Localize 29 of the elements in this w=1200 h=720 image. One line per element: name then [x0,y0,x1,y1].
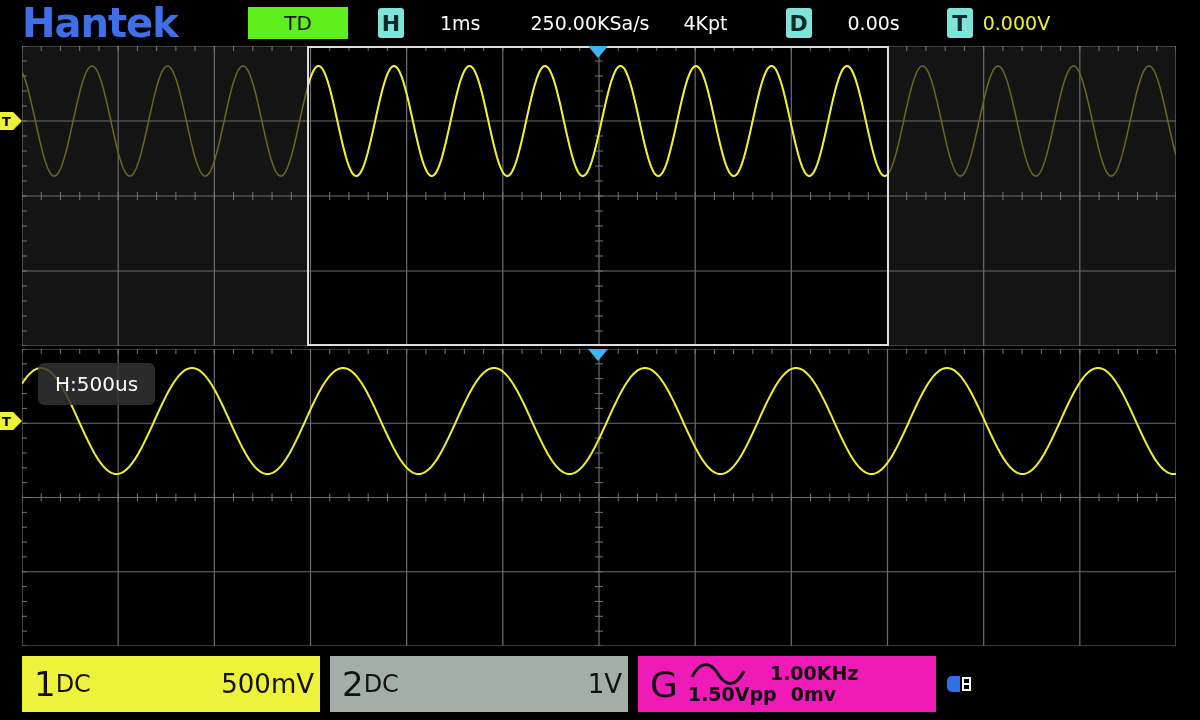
delay-value: 0.00s [847,12,900,34]
trigger-position-icon [588,46,608,58]
usb-device-icon [946,674,972,694]
channel-panel[interactable]: 2 DC 1V [330,656,628,712]
trigger-marker: T [0,112,22,130]
mode-indicator: TD [248,7,348,39]
channel-number: 2 [342,664,364,704]
channel-scale: 500mV [221,669,314,699]
generator-letter: G [650,663,678,705]
delay-badge: D [785,8,812,38]
channel-number: 1 [34,664,56,704]
channel-scale: 1V [587,669,622,699]
trigger-marker: T [0,412,22,430]
generator-frequency: 1.00KHz [769,664,859,684]
generator-amplitude: 1.50Vpp [687,685,777,705]
zoom-timebase-label: H:500us [38,363,156,405]
sample-rate: 250.00KSa/s [530,12,650,34]
channel-coupling: DC [363,670,399,698]
timebase-badge: H [378,8,404,38]
generator-offset: 0mv [790,685,837,705]
channel-coupling: DC [55,670,91,698]
brand-logo: Hantek [22,3,181,43]
trigger-badge: T [946,8,973,38]
trigger-level: 0.000V [982,12,1051,34]
trigger-position-icon [588,349,608,361]
channel-panel[interactable]: 1 DC 500mV [22,656,320,712]
memory-depth: 4Kpt [683,12,728,34]
timebase-value: 1ms [440,12,481,34]
generator-panel[interactable]: G 1.00KHz 1.50Vpp 0mv [638,656,936,712]
